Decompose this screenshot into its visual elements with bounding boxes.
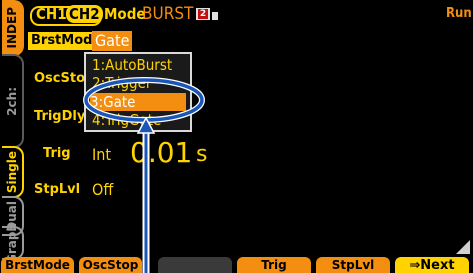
softkey-next[interactable]: ⇒Next [395,257,469,273]
corner-resize-icon [456,240,470,254]
softkey-trig[interactable]: Trig [237,257,311,273]
softkey-stplvl[interactable]: StpLvl [316,257,390,273]
annotation-overlay [83,77,205,273]
softkey-oscstop[interactable]: OscStop [79,257,142,273]
softkey-brstmode[interactable]: BrstMode [1,257,74,273]
softkey-empty[interactable] [158,257,232,273]
highlight-ellipse [84,78,204,122]
